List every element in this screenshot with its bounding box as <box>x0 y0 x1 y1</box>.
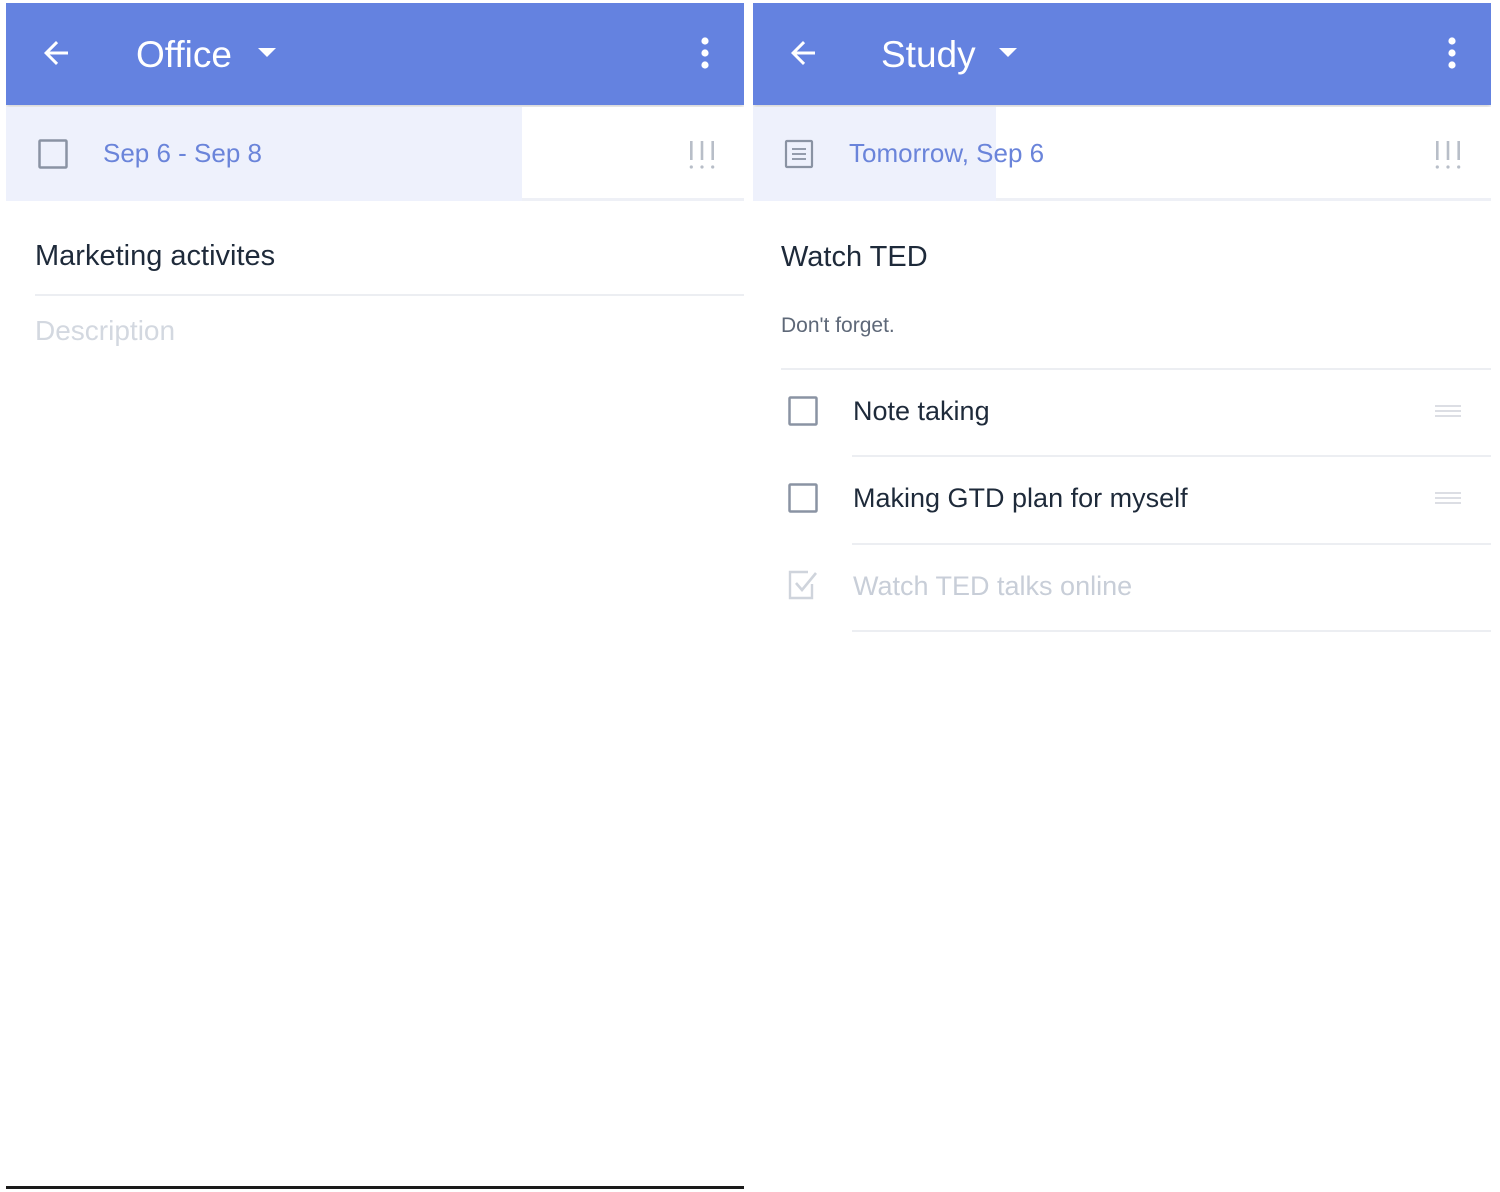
description-divider <box>781 368 1491 370</box>
app-bar: Study <box>753 3 1491 105</box>
list-title[interactable]: Study <box>881 33 976 77</box>
description-field[interactable]: Description <box>35 314 175 348</box>
subtask-label-completed[interactable]: Watch TED talks online <box>853 569 1132 603</box>
checkbox-icon[interactable] <box>38 139 68 169</box>
title-divider <box>35 294 744 296</box>
subtask-divider <box>852 455 1491 457</box>
subtask-divider <box>852 630 1491 632</box>
date-label[interactable]: Sep 6 - Sep 8 <box>103 137 262 169</box>
task-detail-panel-study: Study Tomorrow, Sep 6 Watch TED Don't fo… <box>753 3 1491 1189</box>
date-range-highlight <box>6 107 522 201</box>
date-row[interactable]: Sep 6 - Sep 8 <box>6 107 744 201</box>
date-row[interactable]: Tomorrow, Sep 6 <box>753 107 1491 201</box>
list-title[interactable]: Office <box>136 33 232 77</box>
subtask-checkbox[interactable] <box>788 396 818 426</box>
note-icon[interactable] <box>784 139 814 169</box>
task-detail-panel-office: Office Sep 6 - Sep 8 Marketing activites… <box>6 3 744 1189</box>
caret-down-icon[interactable] <box>256 45 278 59</box>
subtask-label[interactable]: Note taking <box>853 394 990 428</box>
description-field[interactable]: Don't forget. <box>781 312 895 340</box>
arrow-back-icon[interactable] <box>38 35 74 71</box>
caret-down-icon[interactable] <box>997 45 1019 59</box>
drag-handle-icon[interactable] <box>1434 491 1462 505</box>
subtask-divider <box>852 543 1491 545</box>
subtask-checkbox[interactable] <box>788 483 818 513</box>
more-vert-icon[interactable] <box>1441 33 1463 73</box>
task-title[interactable]: Watch TED <box>781 239 928 275</box>
arrow-back-icon[interactable] <box>785 35 821 71</box>
more-vert-icon[interactable] <box>694 33 716 73</box>
subtask-label[interactable]: Making GTD plan for myself <box>853 481 1188 515</box>
bottom-border <box>6 1186 744 1189</box>
priority-icon[interactable] <box>686 139 718 171</box>
priority-icon[interactable] <box>1432 139 1464 171</box>
date-label[interactable]: Tomorrow, Sep 6 <box>849 137 1044 169</box>
task-title[interactable]: Marketing activites <box>35 238 275 274</box>
app-bar: Office <box>6 3 744 105</box>
checked-checkbox-icon[interactable] <box>788 570 818 600</box>
drag-handle-icon[interactable] <box>1434 404 1462 418</box>
